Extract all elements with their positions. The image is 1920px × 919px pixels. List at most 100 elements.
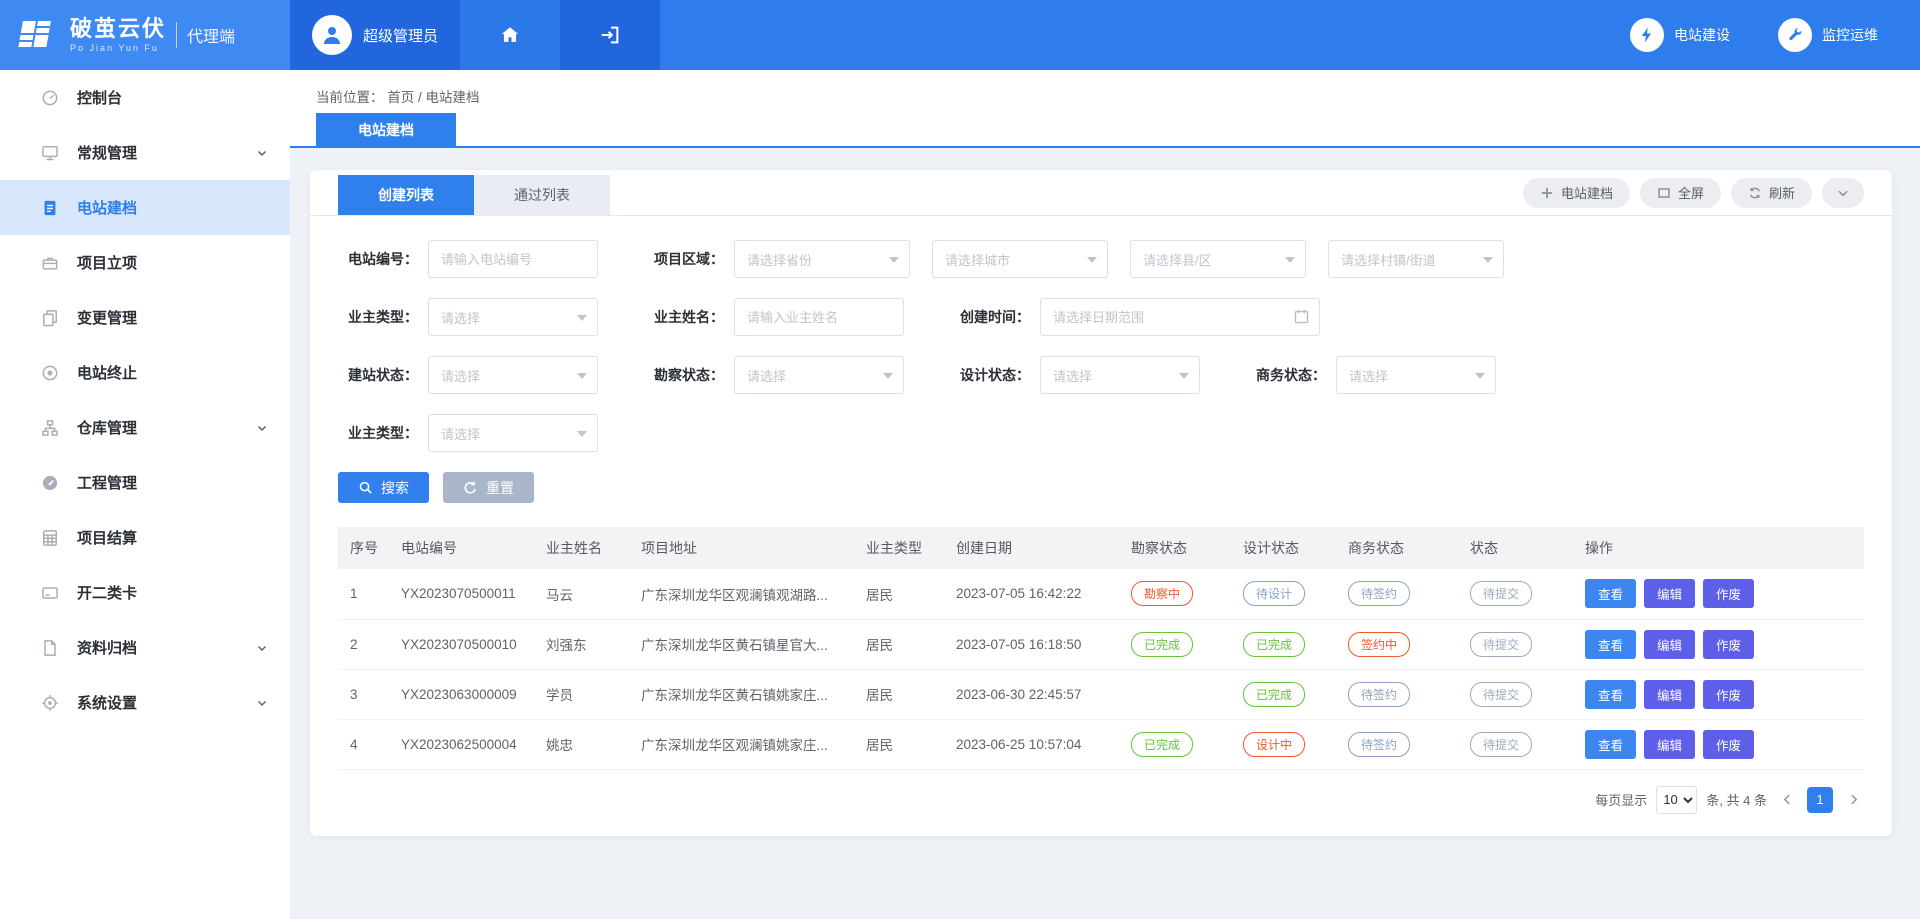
- table-cell: 居民: [858, 569, 948, 619]
- edit-button[interactable]: 编辑: [1644, 730, 1695, 759]
- chevron-down-icon: [1179, 373, 1189, 379]
- design-status-select[interactable]: 请选择: [1040, 356, 1200, 394]
- status-badge: 待提交: [1470, 632, 1532, 657]
- table-row: 2YX2023070500010刘强东广东深圳龙华区黄石镇星官大...居民202…: [338, 619, 1864, 669]
- edit-button[interactable]: 编辑: [1644, 680, 1695, 709]
- station-table: 序号电站编号业主姓名项目地址业主类型创建日期勘察状态设计状态商务状态状态操作 1…: [338, 527, 1864, 770]
- city-select[interactable]: 请选择城市: [932, 240, 1108, 278]
- edit-button[interactable]: 编辑: [1644, 630, 1695, 659]
- status-cell: 待签约: [1340, 719, 1462, 769]
- region-label: 项目区域：: [644, 249, 724, 269]
- content-card: 创建列表 通过列表 电站建档 全屏 刷新: [310, 170, 1892, 836]
- sidebar-item[interactable]: 电站建档: [0, 180, 290, 235]
- sidebar-item[interactable]: 仓库管理: [0, 400, 290, 455]
- status-cell: 待提交: [1462, 719, 1577, 769]
- column-header: 操作: [1577, 527, 1864, 569]
- tab-passed-list[interactable]: 通过列表: [474, 175, 610, 215]
- chevron-left-icon: [1781, 793, 1794, 806]
- owner-name-input[interactable]: [734, 298, 904, 336]
- copy-icon: [40, 308, 60, 328]
- breadcrumb: 当前位置： 首页 / 电站建档: [316, 82, 1920, 110]
- void-button[interactable]: 作废: [1703, 730, 1754, 759]
- tab-create-list[interactable]: 创建列表: [338, 175, 474, 215]
- card-icon: [40, 583, 60, 603]
- nav-station-build[interactable]: 电站建设: [1630, 18, 1730, 52]
- calendar-icon: [1293, 308, 1310, 325]
- sidebar-item[interactable]: 工程管理: [0, 455, 290, 510]
- fullscreen-button[interactable]: 全屏: [1640, 178, 1721, 208]
- void-button[interactable]: 作废: [1703, 579, 1754, 608]
- prev-page-button[interactable]: [1776, 787, 1798, 813]
- fullscreen-icon: [1657, 186, 1671, 200]
- view-button[interactable]: 查看: [1585, 630, 1636, 659]
- logo-icon: [16, 15, 60, 55]
- status-badge: 已完成: [1243, 632, 1305, 657]
- table-cell: 广东深圳龙华区黄石镇姚家庄...: [633, 669, 858, 719]
- create-station-button[interactable]: 电站建档: [1523, 178, 1630, 208]
- nav-monitor-ops[interactable]: 监控运维: [1778, 18, 1878, 52]
- survey-status-select[interactable]: 请选择: [734, 356, 904, 394]
- business-status-select[interactable]: 请选择: [1336, 356, 1496, 394]
- sidebar-item-label: 项目结算: [77, 527, 137, 548]
- sidebar-item[interactable]: 开二类卡: [0, 565, 290, 620]
- page-tab-station-archive[interactable]: 电站建档: [316, 113, 456, 146]
- view-button[interactable]: 查看: [1585, 730, 1636, 759]
- filter-form: 电站编号： 项目区域： 请选择省份 请选择城市 请选择县/区 请选择村镇/街道 …: [338, 240, 1864, 452]
- lightning-icon: [1630, 18, 1664, 52]
- logout-button[interactable]: [560, 0, 660, 70]
- sidebar: 控制台常规管理电站建档项目立项变更管理电站终止仓库管理工程管理项目结算开二类卡资…: [0, 70, 290, 919]
- district-select[interactable]: 请选择县/区: [1130, 240, 1306, 278]
- sidebar-item[interactable]: 项目结算: [0, 510, 290, 565]
- sidebar-item[interactable]: 资料归档: [0, 620, 290, 675]
- view-button[interactable]: 查看: [1585, 680, 1636, 709]
- refresh-button[interactable]: 刷新: [1731, 178, 1812, 208]
- table-cell: 2023-07-05 16:18:50: [948, 619, 1123, 669]
- portal-label: 代理端: [176, 22, 235, 48]
- table-cell: 居民: [858, 669, 948, 719]
- sidebar-item[interactable]: 常规管理: [0, 125, 290, 180]
- chevron-down-icon: [577, 315, 587, 321]
- build-status-label: 建站状态：: [338, 365, 418, 385]
- collapse-button[interactable]: [1822, 178, 1864, 208]
- sidebar-item[interactable]: 变更管理: [0, 290, 290, 345]
- next-page-button[interactable]: [1842, 787, 1864, 813]
- void-button[interactable]: 作废: [1703, 680, 1754, 709]
- view-button[interactable]: 查看: [1585, 579, 1636, 608]
- chevron-down-icon: [256, 697, 268, 709]
- sitemap-icon: [40, 418, 60, 438]
- status-cell: 勘察中: [1123, 569, 1235, 619]
- per-page-select[interactable]: 10: [1656, 786, 1697, 814]
- total-label: 条, 共 4 条: [1706, 790, 1767, 809]
- status-cell: 待提交: [1462, 569, 1577, 619]
- chevron-down-icon: [256, 642, 268, 654]
- reset-button[interactable]: 重置: [443, 472, 534, 503]
- status-cell: 待签约: [1340, 669, 1462, 719]
- home-button[interactable]: [460, 0, 560, 70]
- sidebar-item-label: 仓库管理: [77, 417, 137, 438]
- chevron-down-icon: [889, 257, 899, 263]
- owner-type-select[interactable]: 请选择: [428, 298, 598, 336]
- sidebar-item[interactable]: 系统设置: [0, 675, 290, 730]
- station-no-input[interactable]: [428, 240, 598, 278]
- build-status-select[interactable]: 请选择: [428, 356, 598, 394]
- town-select[interactable]: 请选择村镇/街道: [1328, 240, 1504, 278]
- province-select[interactable]: 请选择省份: [734, 240, 910, 278]
- chevron-down-icon: [883, 373, 893, 379]
- station-no-label: 电站编号：: [338, 249, 418, 269]
- search-icon: [358, 480, 373, 495]
- edit-button[interactable]: 编辑: [1644, 579, 1695, 608]
- user-menu[interactable]: 超级管理员: [290, 0, 460, 70]
- nav-label: 监控运维: [1822, 25, 1878, 45]
- status-badge: 签约中: [1348, 632, 1410, 657]
- status-badge: 已完成: [1243, 682, 1305, 707]
- search-button[interactable]: 搜索: [338, 472, 429, 503]
- page-number-button[interactable]: 1: [1807, 787, 1833, 813]
- sidebar-item-label: 电站建档: [77, 197, 137, 218]
- void-button[interactable]: 作废: [1703, 630, 1754, 659]
- date-range-input[interactable]: [1040, 298, 1320, 336]
- sidebar-item[interactable]: 项目立项: [0, 235, 290, 290]
- sidebar-item[interactable]: 电站终止: [0, 345, 290, 400]
- owner-type2-select[interactable]: 请选择: [428, 414, 598, 452]
- table-cell: YX2023070500010: [393, 619, 538, 669]
- sidebar-item[interactable]: 控制台: [0, 70, 290, 125]
